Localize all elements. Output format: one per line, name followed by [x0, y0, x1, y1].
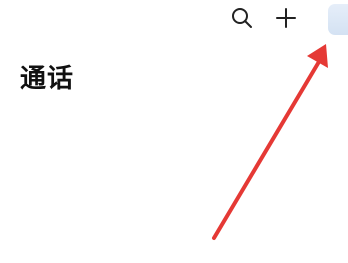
- search-icon: [232, 8, 252, 28]
- add-button[interactable]: [274, 4, 298, 32]
- top-toolbar: [228, 0, 348, 40]
- avatar[interactable]: [328, 4, 348, 35]
- plus-icon: [276, 8, 296, 28]
- page-title: 通话: [20, 64, 75, 94]
- search-button[interactable]: [230, 4, 254, 32]
- contacts-screen: 通话: [0, 0, 348, 263]
